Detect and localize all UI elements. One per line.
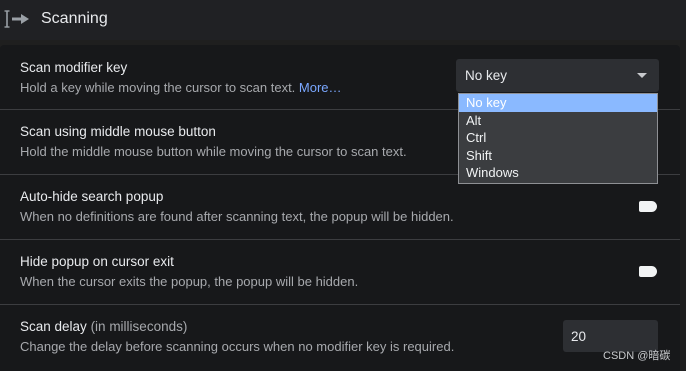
setting-description: Change the delay before scanning occurs … [20,339,455,354]
section-title: Scanning [41,10,108,27]
setting-description: When no definitions are found after scan… [20,209,454,224]
dropdown-option-alt[interactable]: Alt [459,112,657,130]
watermark: CSDN @暗碳 [603,350,671,362]
dropdown-option-windows[interactable]: Windows [459,164,657,182]
scan-modifier-select[interactable]: No key [456,59,659,92]
setting-row-hide-on-exit: Hide popup on cursor exit When the curso… [0,240,680,305]
setting-title: Scan using middle mouse button [20,124,216,139]
setting-title: Hide popup on cursor exit [20,254,174,269]
setting-description: Hold the middle mouse button while movin… [20,144,407,159]
setting-description: Hold a key while moving the cursor to sc… [20,80,342,95]
setting-title-suffix: (in milliseconds) [90,319,188,334]
setting-description-text: Hold a key while moving the cursor to sc… [20,80,296,95]
setting-description: When the cursor exits the popup, the pop… [20,274,359,289]
settings-page: Scanning Scan modifier key Hold a key wh… [0,0,686,371]
setting-title: Scan delay (in milliseconds) [20,319,187,334]
setting-row-auto-hide: Auto-hide search popup When no definitio… [0,175,680,240]
dropdown-option-ctrl[interactable]: Ctrl [459,129,657,147]
dropdown-option-no-key[interactable]: No key [459,94,657,112]
hide-on-exit-toggle[interactable] [639,266,657,277]
select-value: No key [465,68,508,83]
chevron-down-icon [637,73,647,78]
more-link[interactable]: More… [299,80,342,95]
auto-hide-toggle[interactable] [639,201,657,212]
dropdown-option-shift[interactable]: Shift [459,147,657,165]
setting-title: Scan modifier key [20,60,128,75]
setting-title-text: Scan delay [20,319,87,334]
scan-modifier-dropdown: No key Alt Ctrl Shift Windows [458,93,658,184]
section-header: Scanning [0,0,686,40]
scan-arrow-icon [4,10,29,28]
setting-title: Auto-hide search popup [20,189,164,204]
